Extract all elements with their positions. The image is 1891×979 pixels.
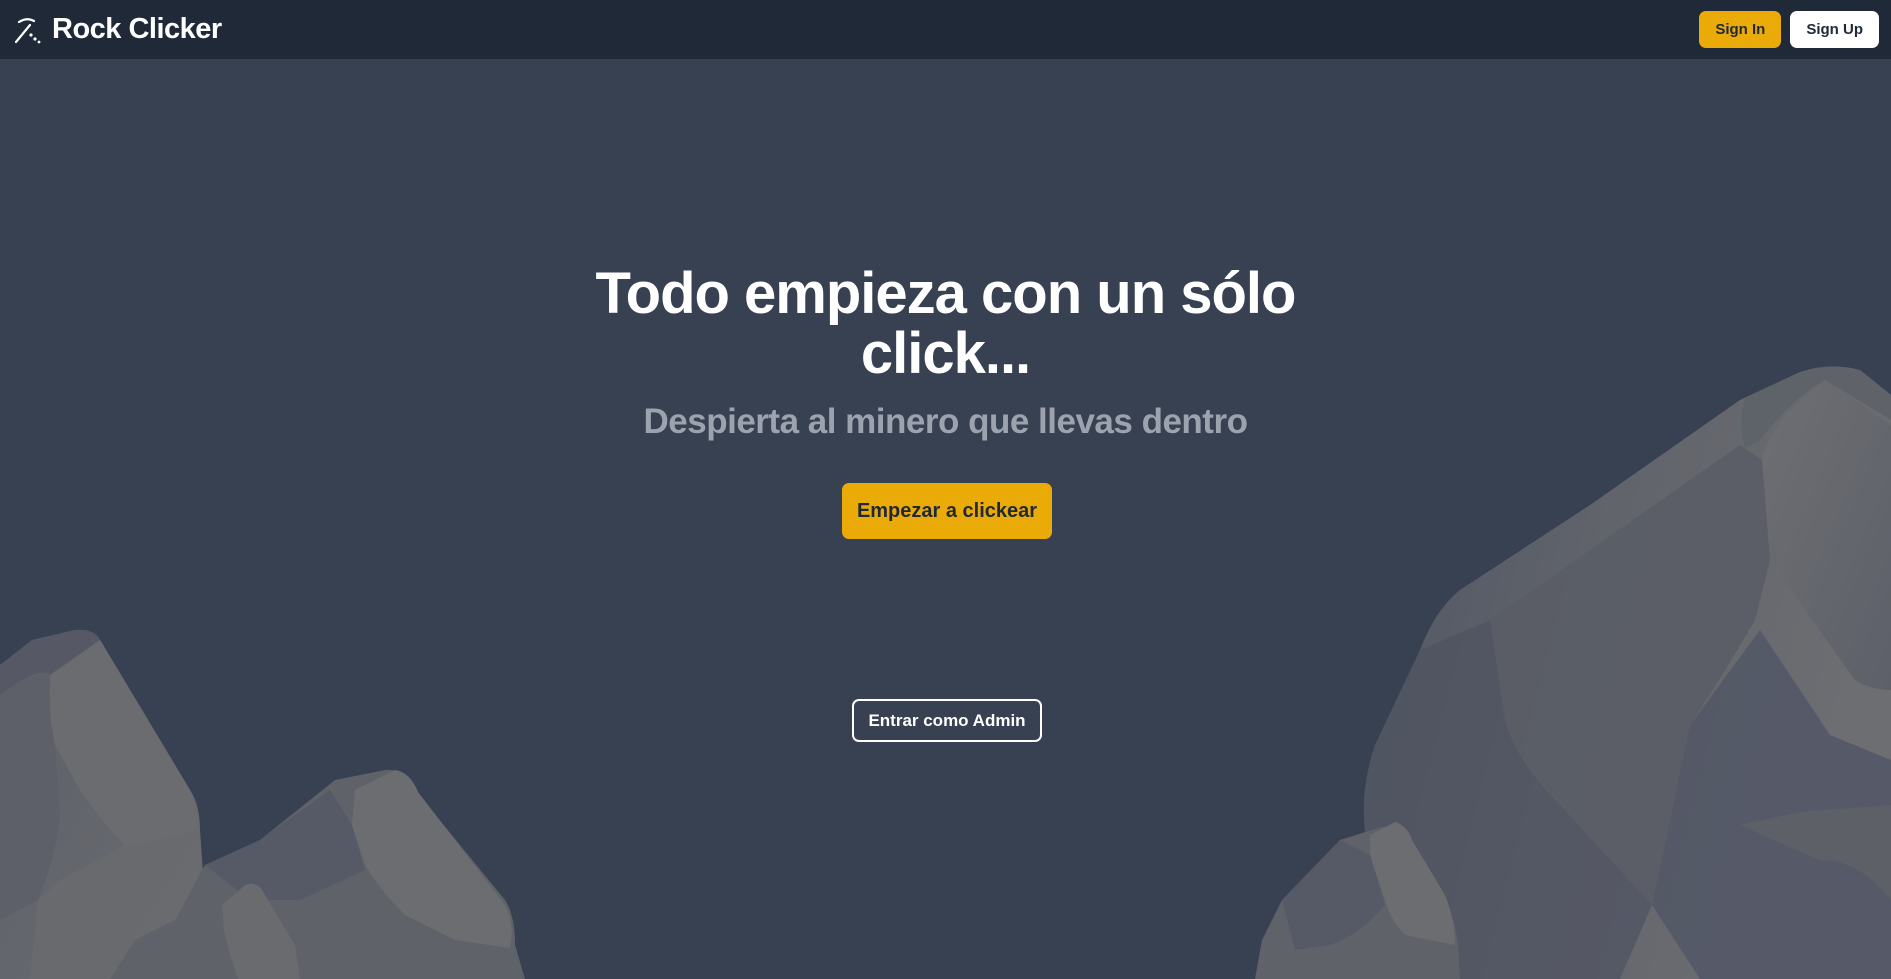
start-clicking-button[interactable]: Empezar a clickear <box>842 483 1052 539</box>
brand-link[interactable]: Rock Clicker <box>14 13 222 46</box>
admin-login-button[interactable]: Entrar como Admin <box>852 699 1042 742</box>
hero-title: Todo empieza con un sólo click... <box>0 264 1891 384</box>
sign-up-button[interactable]: Sign Up <box>1790 11 1879 48</box>
sign-in-button[interactable]: Sign In <box>1699 11 1782 48</box>
hero-subtitle: Despierta al minero que llevas dentro <box>643 402 1248 441</box>
hero-title-line-1: Todo empieza con un sólo <box>595 261 1297 326</box>
pickaxe-icon <box>14 17 41 43</box>
auth-actions: Sign In Sign Up <box>1699 11 1879 48</box>
top-navbar: Rock Clicker Sign In Sign Up <box>0 0 1891 59</box>
brand-name: Rock Clicker <box>52 13 222 45</box>
hero-section: Todo empieza con un sólo click... Despie… <box>0 59 1891 979</box>
hero-title-line-2: click... <box>860 321 1031 386</box>
